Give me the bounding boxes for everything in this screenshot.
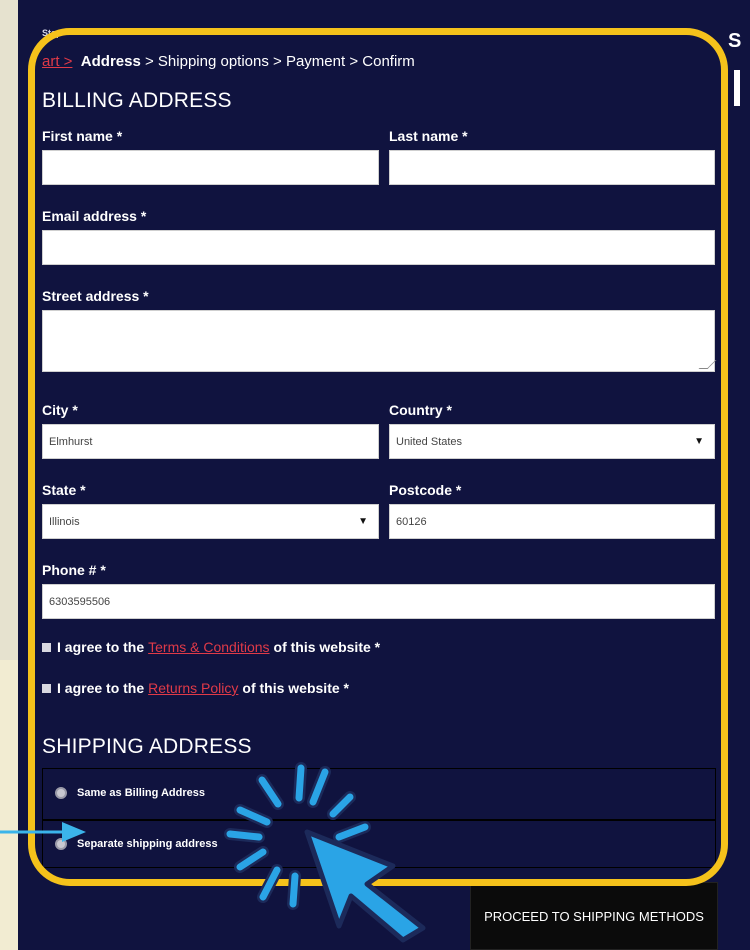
street-address-textarea[interactable] — [42, 310, 717, 372]
resize-handle-icon[interactable] — [698, 360, 717, 369]
breadcrumb-separator: > — [273, 53, 282, 70]
email-field[interactable] — [42, 230, 715, 265]
returns-prefix: I agree to the — [57, 680, 145, 696]
breadcrumb-separator: > — [349, 53, 359, 70]
city-field[interactable]: Elmhurst — [42, 424, 379, 459]
first-name-label: First name * — [42, 128, 123, 144]
last-name-label: Last name * — [389, 128, 468, 144]
state-value: Illinois — [49, 515, 80, 528]
dropdown-caret-icon: ▼ — [694, 436, 704, 447]
country-label: Country * — [389, 402, 452, 418]
country-value: United States — [396, 435, 463, 448]
postcode-label: Postcode * — [389, 482, 462, 498]
state-select[interactable]: Illinois ▼ — [42, 504, 379, 539]
step-label: Step — [42, 28, 62, 38]
side-heading-fragment — [734, 70, 740, 106]
returns-agreement: I agree to the Returns Policy of this we… — [42, 680, 349, 696]
returns-checkbox[interactable] — [42, 683, 51, 693]
terms-prefix: I agree to the — [57, 639, 145, 655]
breadcrumb-separator: > — [144, 53, 154, 70]
last-name-field[interactable] — [389, 150, 715, 185]
terms-link[interactable]: Terms & Conditions — [148, 639, 269, 655]
returns-link[interactable]: Returns Policy — [148, 680, 238, 696]
dropdown-caret-icon: ▼ — [358, 516, 368, 527]
terms-suffix: of this website * — [273, 639, 381, 655]
state-label: State * — [42, 482, 86, 498]
breadcrumb-confirm: Confirm — [362, 53, 415, 70]
terms-checkbox[interactable] — [42, 642, 51, 652]
page-background-lower — [0, 660, 18, 950]
postcode-field[interactable]: 60126 — [389, 504, 715, 539]
proceed-to-shipping-button[interactable]: PROCEED TO SHIPPING METHODS — [470, 882, 718, 950]
terms-agreement: I agree to the Terms & Conditions of thi… — [42, 639, 380, 655]
pointer-arrow-icon — [304, 829, 426, 943]
first-name-field[interactable] — [42, 150, 379, 185]
side-letter: S — [728, 30, 742, 52]
same-address-radio[interactable] — [55, 787, 67, 799]
country-select[interactable]: United States ▼ — [389, 424, 715, 459]
phone-field[interactable]: 6303595506 — [42, 584, 715, 619]
breadcrumb: art > Address > Shipping options > Payme… — [42, 53, 415, 70]
billing-heading: BILLING ADDRESS — [42, 89, 232, 112]
breadcrumb-shipping: Shipping options — [157, 53, 269, 70]
breadcrumb-address: Address — [80, 53, 141, 70]
returns-suffix: of this website * — [242, 680, 349, 696]
breadcrumb-payment: Payment — [285, 53, 346, 70]
street-address-label: Street address * — [42, 288, 149, 304]
separate-address-label: Separate shipping address — [77, 838, 218, 850]
same-address-label: Same as Billing Address — [77, 787, 205, 799]
city-label: City * — [42, 402, 78, 418]
left-arrow-icon — [0, 822, 86, 842]
breadcrumb-cart-link[interactable]: art > — [42, 53, 72, 70]
phone-label: Phone # * — [42, 562, 106, 578]
email-label: Email address * — [42, 208, 147, 224]
